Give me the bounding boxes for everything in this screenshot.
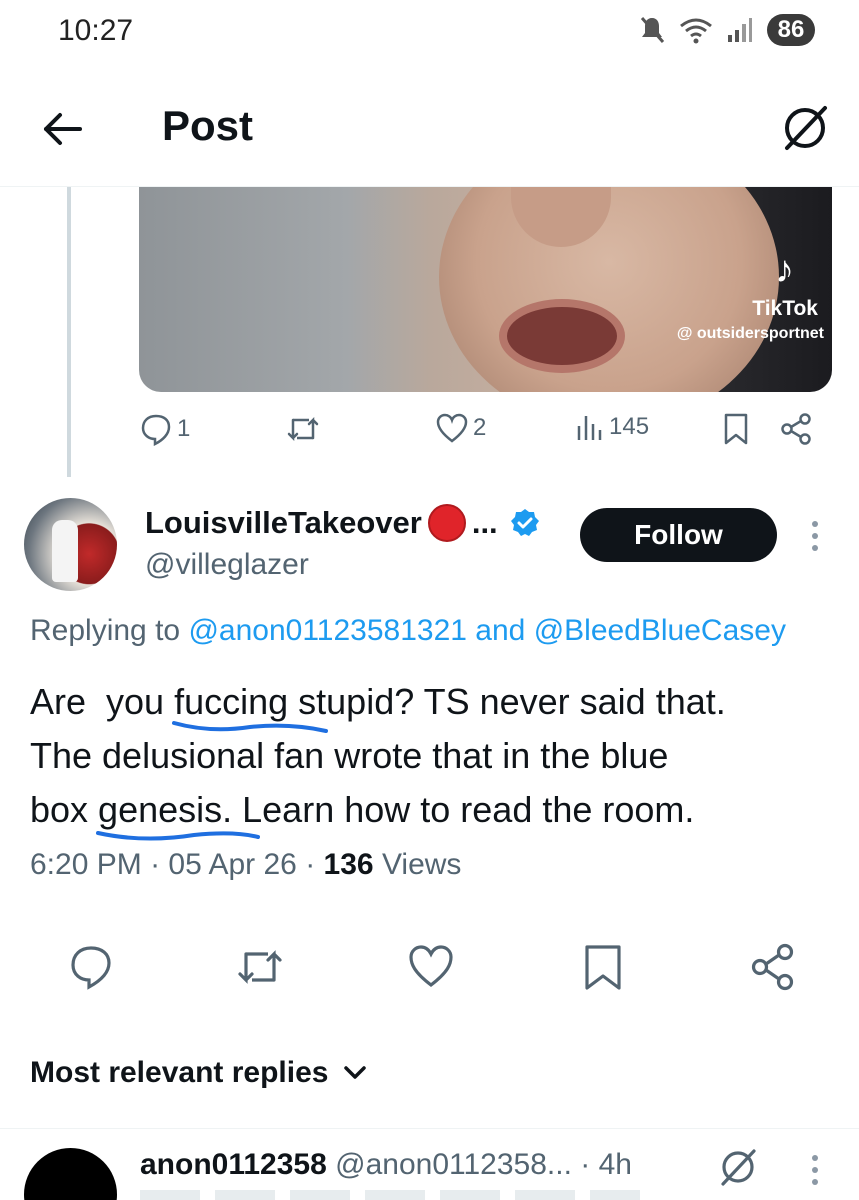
- bookmark-action[interactable]: [721, 412, 751, 446]
- reply-mention-2[interactable]: @BleedBlueCasey: [534, 614, 786, 647]
- grok-icon: [785, 106, 827, 150]
- views-action[interactable]: 145: [575, 412, 649, 442]
- page-title: Post: [162, 102, 254, 149]
- share-icon: [781, 413, 811, 445]
- replying-prefix: Replying to: [30, 614, 181, 647]
- tiktok-icon: ♪: [775, 249, 794, 291]
- follow-button[interactable]: Follow: [580, 508, 777, 562]
- divider: [0, 1128, 859, 1129]
- post-time: 6:20 PM: [30, 848, 142, 881]
- replies-sort-label: Most relevant replies: [30, 1056, 329, 1089]
- post-text-segment: box: [30, 789, 99, 830]
- wifi-icon: [680, 18, 712, 44]
- reply-mention-1[interactable]: @anon01123581321: [188, 614, 467, 647]
- author-avatar[interactable]: [24, 498, 117, 591]
- author-display-name[interactable]: LouisvilleTakeover ...: [145, 504, 540, 542]
- post-text: Are you fuccing stupid? TS never said th…: [30, 675, 850, 841]
- chevron-down-icon: [344, 1066, 367, 1079]
- tiktok-watermark-handle: @ outsidersportnet: [676, 325, 824, 342]
- views-count: 145: [609, 413, 650, 440]
- meta-separator: ·: [305, 848, 316, 881]
- more-options-button[interactable]: [805, 518, 825, 554]
- reply-more-options-button[interactable]: [805, 1152, 825, 1188]
- share-button[interactable]: [748, 942, 798, 992]
- bookmark-icon: [724, 413, 748, 445]
- tiktok-watermark-brand: TikTok: [752, 297, 818, 320]
- reply-action[interactable]: 1: [139, 412, 190, 446]
- post-text-segment: stupid? TS never said that.: [288, 681, 726, 722]
- previous-post-actions: 1 2 145: [139, 412, 829, 454]
- share-icon: [751, 943, 794, 991]
- video-thumbnail[interactable]: ♪ TikTok @ outsidersportnet: [139, 187, 832, 392]
- signal-icon: [728, 18, 752, 42]
- post-actions: [0, 940, 859, 1000]
- reply-grok-button[interactable]: [716, 1145, 760, 1189]
- post-text-segment: Learn how to read the room.: [232, 789, 695, 830]
- author-username[interactable]: @villeglazer: [145, 548, 309, 582]
- grok-icon: [721, 1149, 756, 1186]
- reply-time: 4h: [598, 1148, 632, 1181]
- reply-icon: [71, 946, 111, 990]
- repost-icon: [287, 416, 319, 442]
- grok-button[interactable]: [779, 102, 831, 154]
- reply-count: 1: [177, 415, 191, 442]
- underlined-word: genesis.: [96, 783, 261, 841]
- more-vertical-icon: [812, 521, 818, 551]
- like-count: 2: [473, 414, 487, 441]
- post-screen: 10:27 86 Post ♪ TikTok @ outsidersportne…: [0, 0, 859, 1200]
- meta-separator: ·: [580, 1148, 591, 1181]
- repost-action[interactable]: [285, 412, 321, 446]
- bookmark-button[interactable]: [578, 942, 628, 992]
- replies-sort-dropdown[interactable]: Most relevant replies: [30, 1056, 368, 1090]
- battery-indicator: 86: [767, 14, 815, 46]
- replying-to: Replying to @anon01123581321 and @BleedB…: [30, 614, 859, 648]
- avatar-player-figure: [52, 520, 78, 582]
- post-text-line-3: box genesis. Learn how to read the room.: [30, 783, 850, 841]
- blue-scribble-underline: [96, 831, 261, 841]
- post-views-label: Views: [381, 848, 462, 881]
- share-action[interactable]: [779, 412, 813, 446]
- more-vertical-icon: [812, 1155, 818, 1185]
- reply-text-cutoff: [140, 1190, 640, 1200]
- top-bar: Post: [0, 70, 859, 187]
- post-date: 05 Apr 26: [168, 848, 297, 881]
- like-action[interactable]: 2: [435, 412, 486, 444]
- status-time: 10:27: [58, 14, 134, 47]
- reply-and: and: [475, 614, 526, 647]
- blue-scribble-underline: [172, 721, 329, 733]
- underlined-word: fuccing: [172, 675, 329, 733]
- reply-author-avatar[interactable]: [24, 1148, 117, 1200]
- thread-connector: [67, 187, 71, 477]
- reply-icon: [141, 414, 171, 446]
- heart-icon: [409, 945, 453, 988]
- video-face: [439, 187, 779, 392]
- reply-header: anon0112358 @anon0112358... · 4h: [140, 1148, 632, 1182]
- post-text-line-2: The delusional fan wrote that in the blu…: [30, 735, 669, 776]
- bookmark-icon: [585, 945, 621, 990]
- repost-button[interactable]: [234, 942, 284, 992]
- reply-author-username[interactable]: @anon0112358...: [335, 1148, 572, 1181]
- reply-author-name[interactable]: anon0112358: [140, 1148, 327, 1181]
- post-text-line-1: Are you fuccing stupid? TS never said th…: [30, 675, 850, 733]
- views-icon: [577, 416, 602, 440]
- back-button[interactable]: [40, 106, 86, 152]
- name-ellipsis: ...: [471, 505, 498, 540]
- meta-separator: ·: [150, 848, 161, 881]
- verified-badge-icon: [510, 509, 539, 536]
- red-circle-emoji-icon: [427, 504, 466, 542]
- repost-icon: [238, 950, 282, 984]
- reply-button[interactable]: [66, 942, 116, 992]
- arrow-left-icon: [44, 113, 82, 145]
- post-text-segment: Are you: [30, 681, 175, 722]
- video-face-mouth: [499, 299, 625, 373]
- post-metadata: 6:20 PM · 05 Apr 26 · 136 Views: [30, 848, 461, 882]
- author-name-text: LouisvilleTakeover: [145, 505, 422, 540]
- status-icons: 86: [639, 14, 815, 46]
- mute-icon: [640, 17, 665, 43]
- heart-icon: [436, 413, 468, 443]
- post-views-count[interactable]: 136: [324, 848, 374, 881]
- like-button[interactable]: [406, 942, 456, 992]
- status-bar: 10:27 86: [0, 0, 859, 70]
